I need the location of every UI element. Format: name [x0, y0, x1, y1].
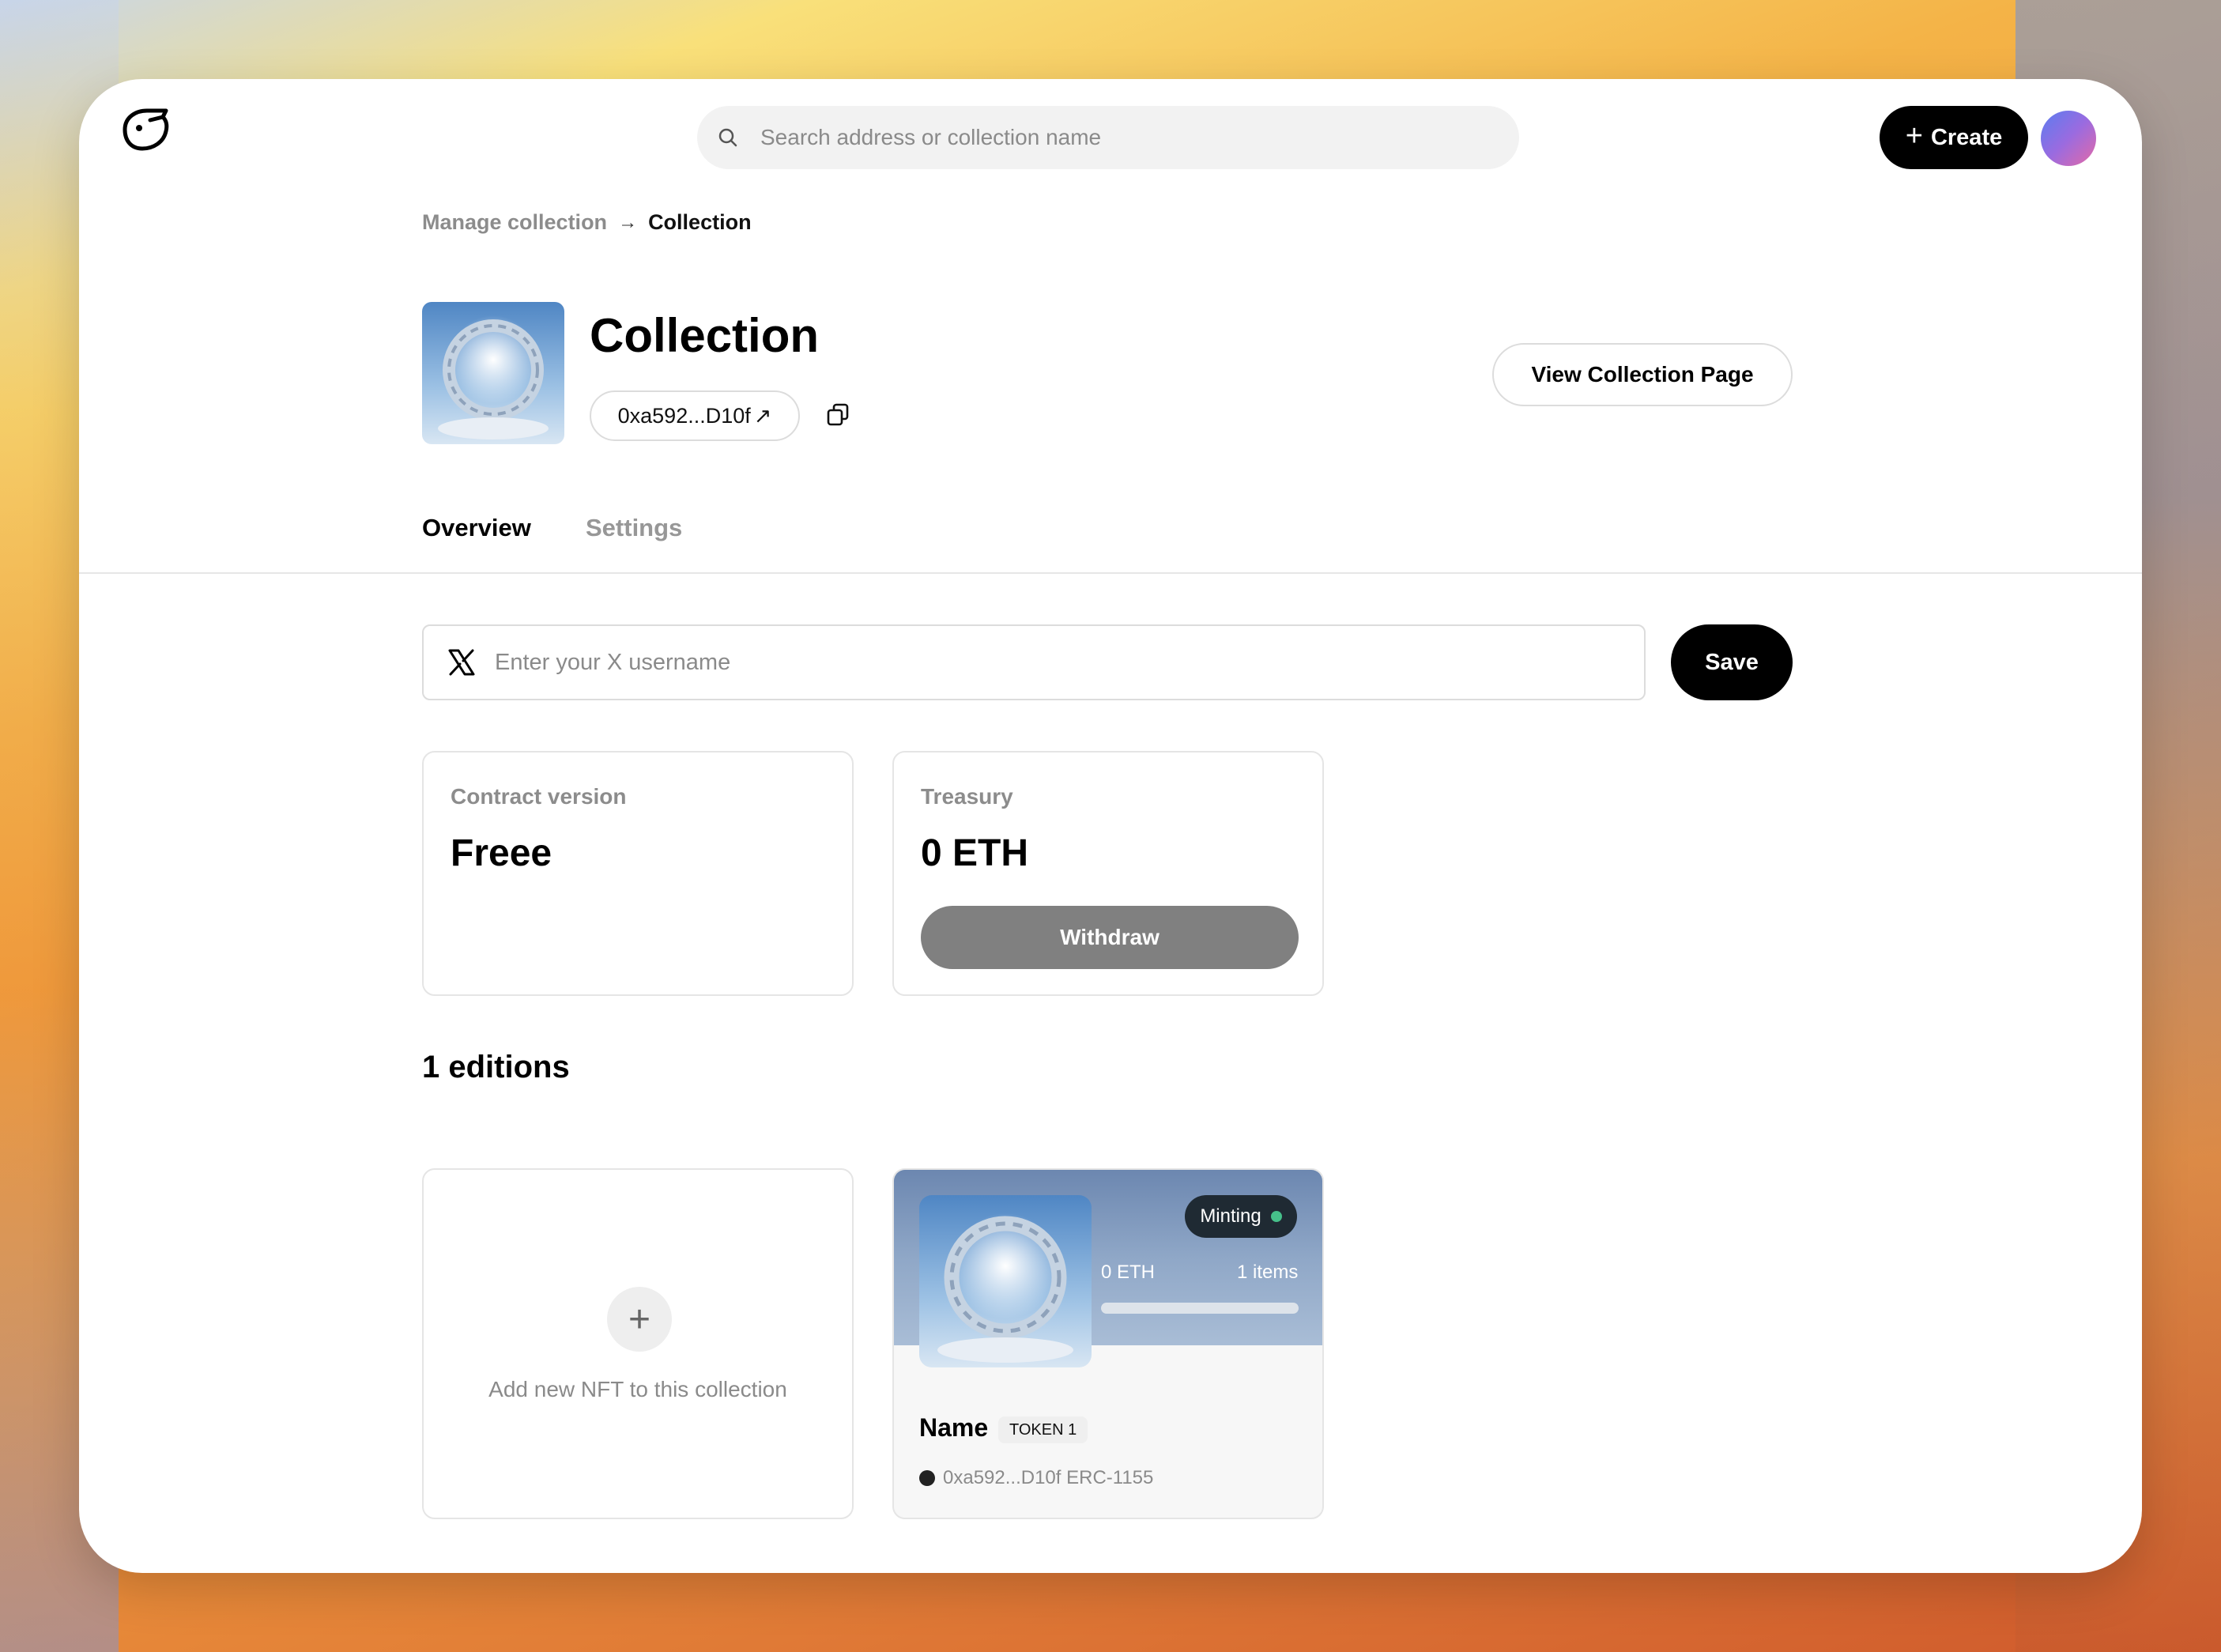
x-logo-icon: [448, 649, 475, 676]
token-badge: TOKEN 1: [998, 1416, 1088, 1443]
treasury-value: 0 ETH: [921, 832, 1029, 874]
nft-name: Name: [919, 1413, 989, 1442]
collection-title: Collection: [590, 309, 820, 362]
contract-version-value: Freee: [451, 832, 552, 874]
app-window: + Create Manage collection → Collection: [79, 79, 2142, 1573]
chain-icon: [919, 1470, 935, 1486]
search-input[interactable]: [760, 125, 1472, 150]
contract-version-card: Contract version Freee: [422, 751, 854, 996]
breadcrumb: Manage collection → Collection: [422, 210, 752, 235]
add-nft-text: Add new NFT to this collection: [488, 1377, 787, 1401]
x-username-input[interactable]: [495, 649, 1601, 676]
withdraw-button[interactable]: Withdraw: [921, 906, 1299, 969]
nft-meta-text: 0xa592...D10f ERC-1155: [943, 1467, 1154, 1488]
minting-status-label: Minting: [1200, 1205, 1261, 1227]
nft-price: 0 ETH: [1101, 1262, 1156, 1283]
minting-status-badge: Minting: [1185, 1195, 1297, 1238]
avatar[interactable]: [2041, 111, 2096, 166]
create-button-label: Create: [1930, 124, 2003, 150]
view-collection-page-button[interactable]: View Collection Page: [1492, 343, 1793, 406]
search-icon: [718, 128, 737, 147]
status-dot-icon: [1270, 1211, 1282, 1222]
tabs-divider: [79, 572, 2142, 574]
nft-items: 1 items: [1237, 1262, 1299, 1283]
breadcrumb-current: Collection: [648, 210, 752, 234]
create-button[interactable]: + Create: [1880, 106, 2028, 169]
add-nft-card[interactable]: + Add new NFT to this collection: [422, 1168, 854, 1519]
arrow-right-icon: →: [618, 211, 638, 233]
contract-version-label: Contract version: [451, 784, 627, 809]
copy-icon[interactable]: [827, 403, 849, 427]
tab-overview[interactable]: Overview: [422, 514, 531, 542]
search-bar[interactable]: [697, 106, 1519, 169]
breadcrumb-parent[interactable]: Manage collection: [422, 210, 607, 235]
plus-icon: +: [607, 1287, 672, 1352]
x-username-field[interactable]: [422, 624, 1646, 700]
plus-icon: +: [1905, 119, 1923, 153]
save-button[interactable]: Save: [1671, 624, 1793, 700]
editions-title: 1 editions: [422, 1050, 570, 1084]
nft-image: [919, 1195, 1092, 1367]
contract-address: 0xa592...D10f: [617, 403, 751, 428]
external-link-icon: ↗: [753, 403, 772, 428]
logo-icon[interactable]: [119, 106, 171, 153]
contract-address-link[interactable]: 0xa592...D10f ↗: [590, 390, 800, 441]
treasury-card: Treasury 0 ETH Withdraw: [892, 751, 1324, 996]
treasury-label: Treasury: [921, 784, 1013, 809]
collection-image: [422, 302, 564, 444]
nft-meta: 0xa592...D10f ERC-1155: [919, 1467, 1153, 1489]
mint-progress-bar: [1101, 1303, 1299, 1314]
tab-settings[interactable]: Settings: [586, 514, 682, 542]
nft-card[interactable]: Minting 0 ETH 1 items Name TOKEN 1 0xa59…: [892, 1168, 1324, 1519]
